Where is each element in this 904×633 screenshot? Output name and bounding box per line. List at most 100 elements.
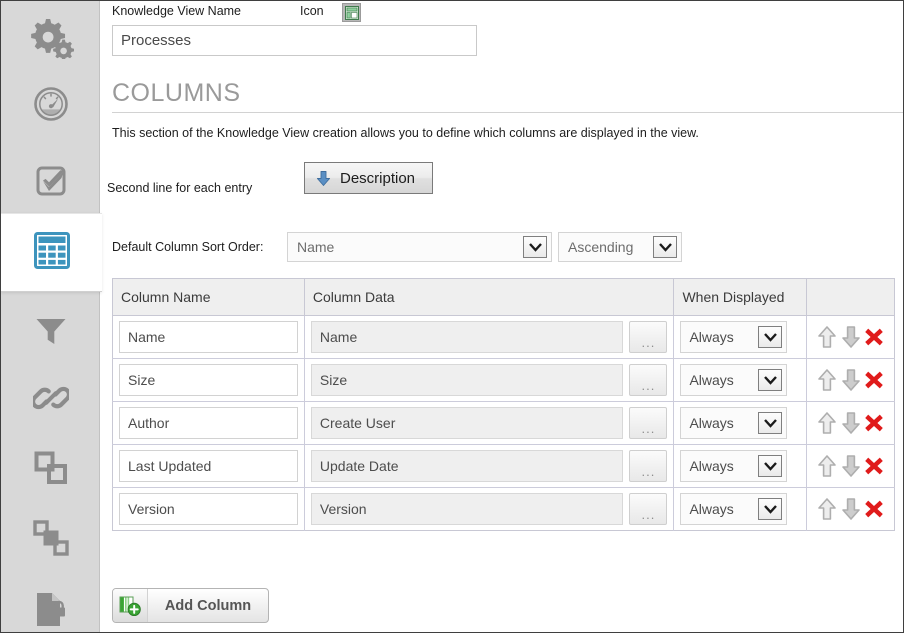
column-name-input[interactable] (119, 450, 298, 482)
copy-icon (34, 451, 68, 490)
move-down-button[interactable] (840, 325, 862, 349)
title-divider (112, 112, 903, 113)
move-up-button[interactable] (816, 368, 838, 392)
table-row: ... Always (112, 315, 895, 359)
second-line-description-button[interactable]: Description (304, 162, 433, 194)
add-column-label: Add Column (164, 597, 252, 614)
sidebar-item-copy[interactable] (1, 431, 100, 510)
cell-column-data: ... (304, 315, 675, 359)
column-data-browse-button[interactable]: ... (629, 450, 668, 482)
move-up-button[interactable] (816, 497, 838, 521)
cell-when-displayed: Always (673, 358, 807, 402)
delete-row-button[interactable] (864, 412, 884, 434)
when-displayed-select[interactable]: Always (680, 450, 788, 482)
table-icon (33, 231, 70, 274)
column-data-input[interactable] (310, 321, 624, 353)
chain-link-icon (30, 380, 71, 421)
column-name-input[interactable] (119, 321, 298, 353)
column-data-browse-button[interactable]: ... (629, 407, 668, 439)
sidebar-item-tasks[interactable] (1, 144, 100, 223)
cell-when-displayed: Always (673, 487, 807, 531)
cell-column-name (112, 444, 305, 488)
column-name-input[interactable] (119, 407, 298, 439)
funnel-icon (34, 313, 68, 352)
sort-direction-value: Ascending (568, 239, 634, 255)
sidebar-item-links[interactable] (1, 361, 100, 440)
delete-row-button[interactable] (864, 326, 884, 348)
chevron-down-icon[interactable] (758, 455, 783, 477)
cell-actions (806, 315, 895, 359)
move-up-button[interactable] (816, 454, 838, 478)
sidebar-item-multi-copy[interactable] (1, 501, 100, 580)
main-content: Knowledge View Name Icon COLUMNS This se… (101, 1, 903, 632)
column-data-browse-button[interactable]: ... (629, 321, 668, 353)
move-down-button[interactable] (840, 368, 862, 392)
column-name-input[interactable] (119, 493, 298, 525)
delete-row-button[interactable] (864, 455, 884, 477)
header-actions (806, 278, 895, 316)
column-data-input[interactable] (310, 364, 624, 396)
when-displayed-select[interactable]: Always (680, 493, 788, 525)
green-table-icon (344, 5, 359, 20)
chevron-down-icon[interactable] (758, 369, 783, 391)
cell-column-data: ... (304, 487, 675, 531)
when-displayed-select[interactable]: Always (680, 321, 788, 353)
table-header-row: Column Name Column Data When Displayed (112, 278, 895, 316)
page-title: COLUMNS (112, 79, 241, 107)
cell-when-displayed: Always (673, 401, 807, 445)
chevron-down-icon[interactable] (758, 498, 783, 520)
chevron-down-icon[interactable] (523, 236, 547, 258)
sidebar (1, 1, 102, 632)
cell-actions (806, 444, 895, 488)
column-data-browse-button[interactable]: ... (629, 364, 668, 396)
name-icon-header-row: Knowledge View Name Icon (112, 3, 892, 22)
cell-actions (806, 401, 895, 445)
gauge-icon (33, 86, 69, 127)
cell-column-name (112, 315, 305, 359)
knowledge-view-name-label: Knowledge View Name (112, 4, 242, 18)
gears-icon (28, 17, 74, 64)
multi-copy-icon (32, 520, 69, 561)
ellipsis-icon: ... (641, 421, 656, 436)
sidebar-item-locked-document[interactable] (1, 573, 100, 632)
move-down-button[interactable] (840, 454, 862, 478)
sidebar-item-table-view[interactable] (1, 213, 102, 292)
column-data-browse-button[interactable]: ... (629, 493, 668, 525)
column-data-input[interactable] (310, 450, 624, 482)
chevron-down-icon[interactable] (758, 326, 783, 348)
move-down-button[interactable] (840, 411, 862, 435)
column-data-input[interactable] (310, 493, 624, 525)
cell-column-name (112, 401, 305, 445)
ellipsis-icon: ... (641, 335, 656, 350)
when-displayed-value: Always (689, 415, 734, 431)
when-displayed-select[interactable]: Always (680, 407, 788, 439)
chevron-down-icon[interactable] (653, 236, 677, 258)
view-icon-picker[interactable] (342, 3, 361, 22)
table-row: ... Always (112, 487, 895, 531)
cell-when-displayed: Always (673, 315, 807, 359)
cell-column-name (112, 487, 305, 531)
locked-document-icon (34, 592, 68, 632)
move-up-button[interactable] (816, 411, 838, 435)
ellipsis-icon: ... (641, 507, 656, 522)
add-column-button[interactable]: Add Column (112, 588, 269, 623)
chevron-down-icon[interactable] (758, 412, 783, 434)
columns-table: Column Name Column Data When Displayed N… (112, 278, 895, 531)
sort-column-select[interactable]: Name (287, 232, 552, 262)
delete-row-button[interactable] (864, 498, 884, 520)
move-up-button[interactable] (816, 325, 838, 349)
header-column-data: Column Data (304, 278, 675, 316)
delete-row-button[interactable] (864, 369, 884, 391)
move-down-button[interactable] (840, 497, 862, 521)
sidebar-item-dashboard[interactable] (1, 67, 100, 146)
cell-column-data: ... (304, 444, 675, 488)
knowledge-view-name-input[interactable] (112, 25, 477, 56)
column-name-input[interactable] (119, 364, 298, 396)
column-data-input[interactable] (310, 407, 624, 439)
columns-table-body: ... Always (112, 315, 895, 531)
ellipsis-icon: ... (641, 378, 656, 393)
section-description: This section of the Knowledge View creat… (112, 126, 699, 140)
sort-direction-select[interactable]: Ascending (558, 232, 682, 262)
arrow-down-icon (316, 170, 331, 186)
when-displayed-select[interactable]: Always (680, 364, 788, 396)
